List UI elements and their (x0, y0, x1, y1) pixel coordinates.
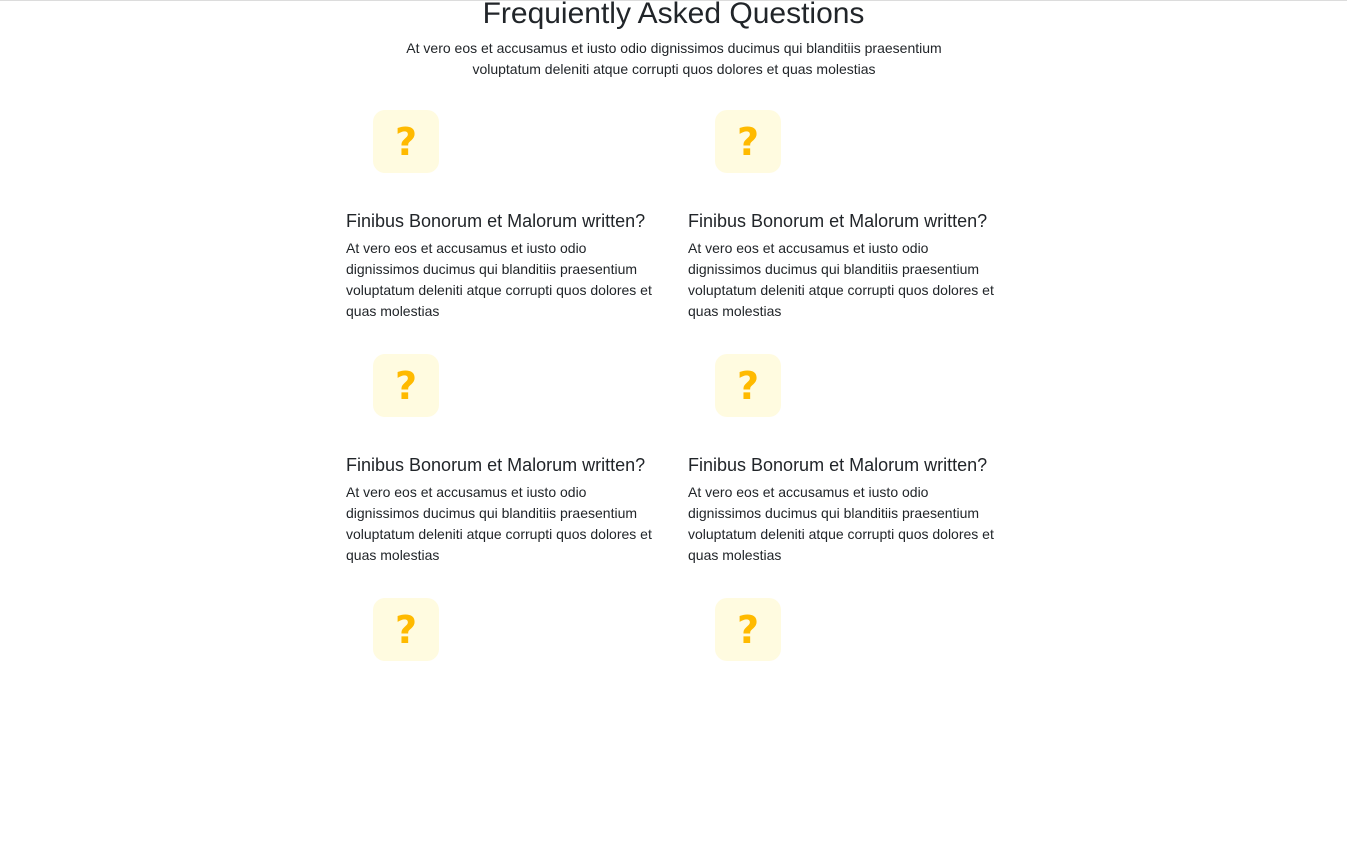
faq-subtitle: At vero eos et accusamus et iusto odio d… (406, 40, 942, 77)
faq-answer: At vero eos et accusamus et iusto odio d… (346, 484, 652, 563)
question-icon-box: ? (373, 354, 439, 417)
faq-item: ? Finibus Bonorum et Malorum written? At… (688, 354, 1006, 598)
faq-item: ? (688, 598, 1006, 842)
faq-answer: At vero eos et accusamus et iusto odio d… (688, 484, 994, 563)
question-icon-box: ? (715, 110, 781, 173)
faq-question: Finibus Bonorum et Malorum written? (688, 455, 988, 475)
question-icon-box: ? (373, 110, 439, 173)
question-icon-box: ? (373, 598, 439, 661)
faq-section: Frequiently Asked Questions At vero eos … (0, 0, 1347, 661)
question-icon-box: ? (715, 598, 781, 661)
faq-question: Finibus Bonorum et Malorum written? (346, 455, 646, 475)
faq-grid: ? Finibus Bonorum et Malorum written? At… (346, 110, 1006, 842)
faq-question: Finibus Bonorum et Malorum written? (688, 211, 988, 231)
question-icon-box: ? (715, 354, 781, 417)
question-mark-icon: ? (394, 607, 418, 652)
faq-item: ? Finibus Bonorum et Malorum written? At… (346, 110, 688, 354)
faq-item: ? Finibus Bonorum et Malorum written? At… (688, 110, 1006, 354)
faq-title: Frequiently Asked Questions (482, 0, 865, 30)
question-mark-icon: ? (736, 607, 760, 652)
faq-item: ? Finibus Bonorum et Malorum written? At… (346, 354, 688, 598)
faq-question: Finibus Bonorum et Malorum written? (346, 211, 646, 231)
question-mark-icon: ? (394, 363, 418, 408)
faq-answer: At vero eos et accusamus et iusto odio d… (346, 240, 652, 319)
question-mark-icon: ? (736, 363, 760, 408)
faq-item: ? (346, 598, 688, 842)
question-mark-icon: ? (736, 119, 760, 164)
question-mark-icon: ? (394, 119, 418, 164)
faq-answer: At vero eos et accusamus et iusto odio d… (688, 240, 994, 319)
